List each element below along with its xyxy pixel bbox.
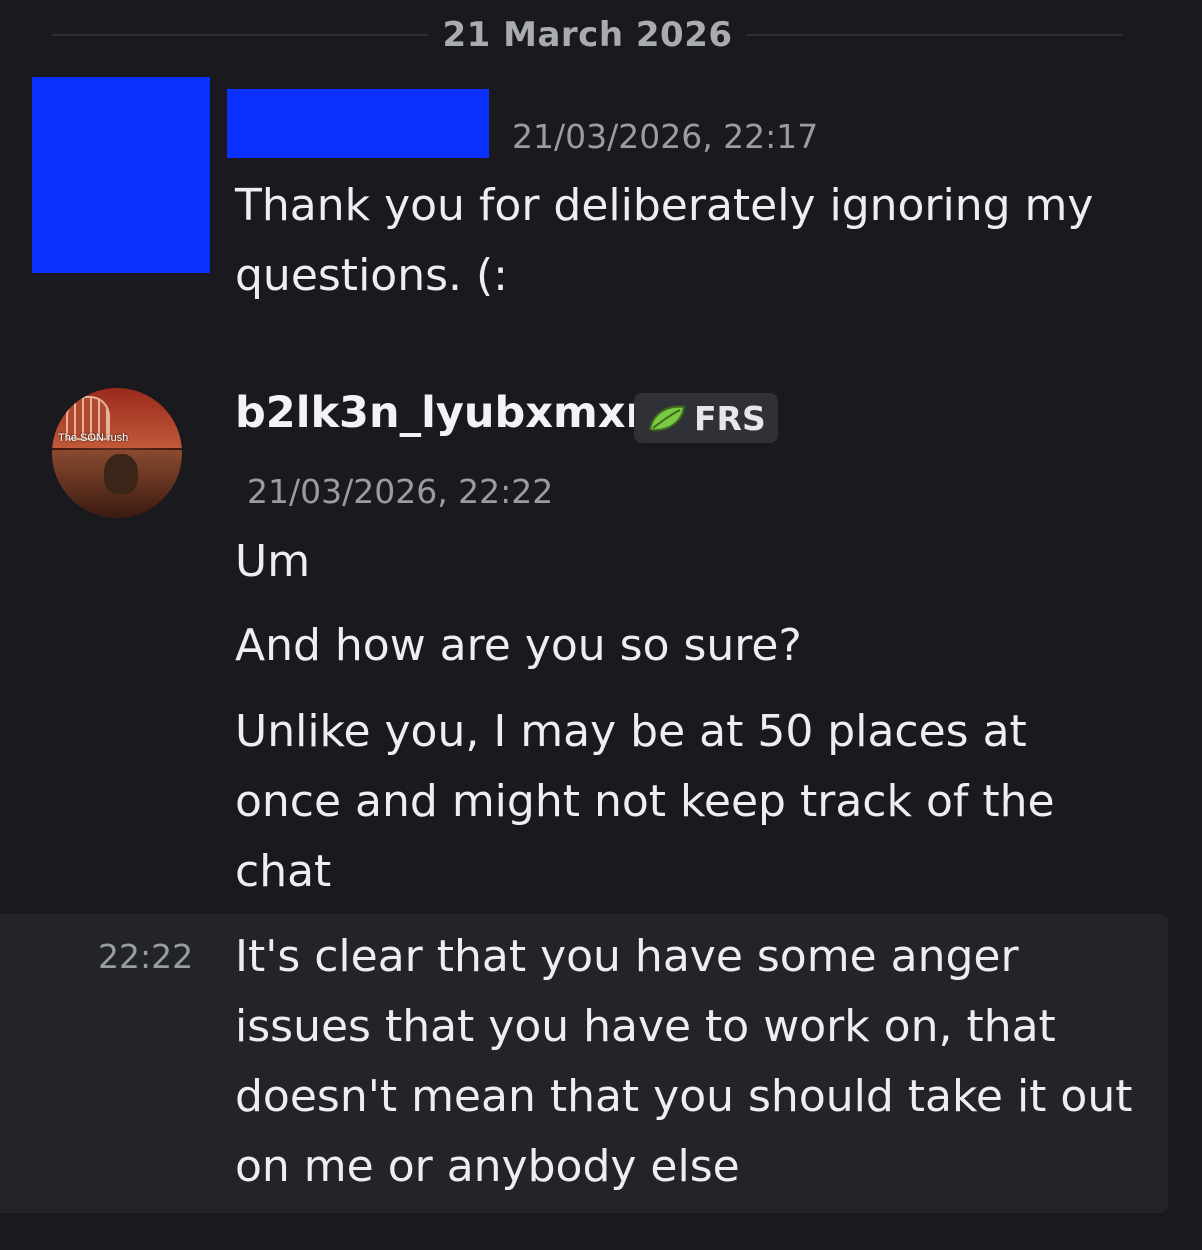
date-divider-label: 21 March 2026 [442, 15, 733, 55]
date-divider: 21 March 2026 [52, 14, 1123, 56]
avatar[interactable]: The SON rush [52, 388, 182, 518]
message-text: Thank you for deliberately ignoring my q… [235, 180, 1094, 301]
redacted-username[interactable] [227, 89, 489, 158]
server-tag[interactable]: FRS [634, 393, 778, 443]
redacted-avatar[interactable] [32, 77, 210, 273]
message-timestamp: 21/03/2026, 22:22 [247, 472, 554, 511]
message-timestamp: 21/03/2026, 22:17 [512, 117, 819, 156]
leaf-icon [648, 405, 686, 432]
server-tag-label: FRS [694, 398, 766, 438]
message-line: Um [235, 536, 311, 587]
message-text: It's clear that you have some anger issu… [235, 931, 1133, 1192]
divider-line-right [746, 34, 1123, 36]
message-line: Unlike you, I may be at 50 places at onc… [235, 706, 1055, 897]
chat-view: 21 March 2026 21/03/2026, 22:17 Thank yo… [0, 0, 1202, 1250]
avatar-figure [104, 454, 138, 494]
divider-line-left [52, 34, 429, 36]
avatar-caption: The SON rush [58, 432, 129, 444]
message-line: And how are you so sure? [235, 620, 802, 671]
message-timestamp-short: 22:22 [98, 937, 194, 976]
username[interactable]: b2lk3n_lyubxmxr [235, 388, 647, 438]
